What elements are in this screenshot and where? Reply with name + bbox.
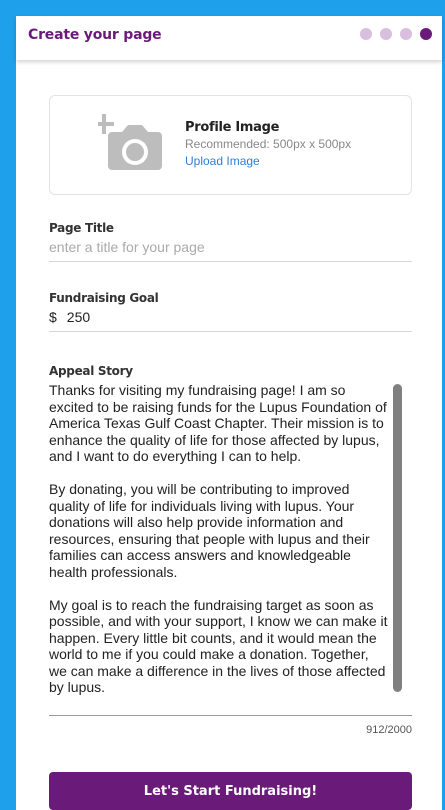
- character-counter: 912/2000: [366, 724, 412, 736]
- start-fundraising-button[interactable]: Let's Start Fundraising!: [49, 772, 412, 810]
- page-title-input[interactable]: [49, 235, 412, 262]
- profile-image-card: Profile Image Recommended: 500px x 500px…: [49, 95, 412, 195]
- page-title-label: Page Title: [49, 221, 114, 235]
- appeal-story-field: Appeal Story: [49, 364, 412, 378]
- step-indicator: [360, 28, 432, 40]
- profile-image-title: Profile Image: [185, 120, 280, 135]
- fundraising-goal-input[interactable]: $ 250: [49, 305, 412, 332]
- step-dot-1: [360, 28, 372, 40]
- header-bar: Create your page: [16, 16, 442, 60]
- appeal-story-label: Appeal Story: [49, 364, 133, 378]
- profile-image-info: Profile Image Recommended: 500px x 500px…: [185, 120, 351, 168]
- profile-image-recommendation: Recommended: 500px x 500px: [185, 137, 352, 151]
- step-dot-4-active: [420, 28, 432, 40]
- appeal-story-text: Thanks for visiting my fundraising page!…: [49, 382, 388, 715]
- fundraising-goal-field: Fundraising Goal $ 250: [49, 291, 412, 332]
- step-dot-3: [400, 28, 412, 40]
- step-dot-2: [380, 28, 392, 40]
- goal-amount: 250: [66, 309, 91, 325]
- fundraising-goal-label: Fundraising Goal: [49, 291, 159, 305]
- currency-symbol: $: [49, 309, 57, 325]
- story-scrollbar[interactable]: [393, 384, 402, 692]
- appeal-story-textarea[interactable]: Thanks for visiting my fundraising page!…: [49, 382, 412, 716]
- upload-image-link[interactable]: Upload Image: [185, 154, 351, 168]
- page-title-field: Page Title: [49, 221, 412, 262]
- add-photo-icon[interactable]: [98, 114, 166, 174]
- page-title: Create your page: [28, 27, 162, 43]
